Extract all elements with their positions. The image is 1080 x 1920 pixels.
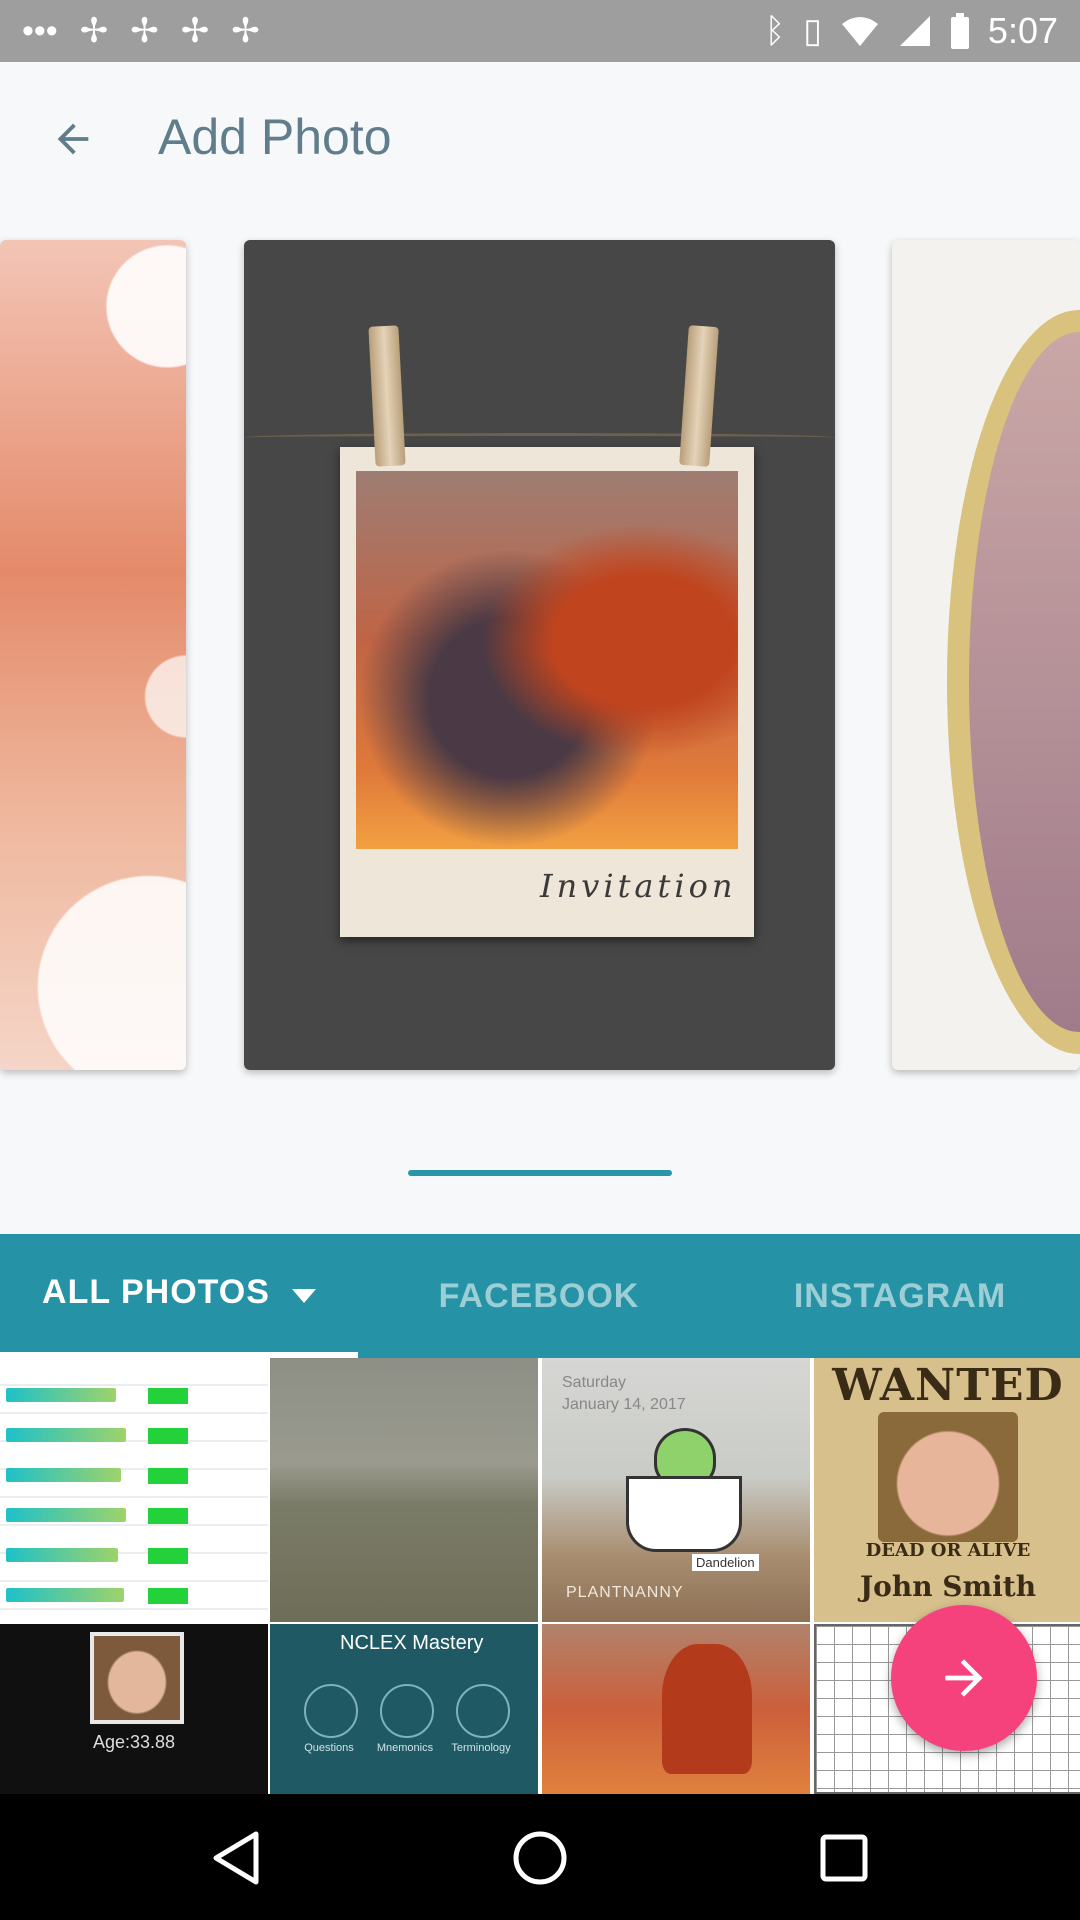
date-line: Saturday xyxy=(562,1374,627,1391)
status-badge xyxy=(148,1428,188,1444)
list-item xyxy=(6,1428,126,1442)
poster-subline: DEAD OR ALIVE xyxy=(865,1540,1031,1561)
status-badge xyxy=(148,1588,188,1604)
template-photo xyxy=(356,471,738,849)
photo-thumbnail[interactable] xyxy=(270,1358,538,1622)
signal-icon xyxy=(899,16,930,46)
status-badge xyxy=(148,1548,188,1564)
mnemonics-icon xyxy=(380,1684,434,1738)
gold-ornate-frame-template[interactable] xyxy=(892,240,1080,1070)
photo-thumbnail[interactable]: NCLEX Mastery Questions Mnemonics Termin… xyxy=(270,1624,538,1794)
next-button[interactable] xyxy=(891,1605,1037,1751)
polaroid-invitation-template[interactable]: Invitation xyxy=(244,240,835,1070)
list-item xyxy=(6,1468,121,1482)
clothespin-icon xyxy=(368,325,406,467)
app-title: NCLEX Mastery xyxy=(340,1632,484,1654)
lace-frame-template[interactable] xyxy=(0,240,186,1070)
wifi-icon xyxy=(841,17,878,46)
brand-text: PLANTNANNY xyxy=(566,1584,684,1601)
arrow-back-icon xyxy=(57,123,89,155)
portrait-image xyxy=(878,1412,1018,1542)
polaroid-frame: Invitation xyxy=(340,447,754,937)
navigation-bar xyxy=(0,1794,1080,1920)
notification-icon: ✢ xyxy=(231,12,260,50)
clothespin-icon xyxy=(679,325,719,467)
tab-label: ALL PHOTOS xyxy=(42,1272,270,1311)
tab-instagram[interactable]: INSTAGRAM xyxy=(720,1234,1080,1358)
photo-thumbnail[interactable] xyxy=(0,1358,268,1622)
tab-facebook[interactable]: FACEBOOK xyxy=(358,1234,720,1358)
photo-thumbnail[interactable]: Age:33.88 xyxy=(0,1624,268,1794)
poster-headline: WANTED xyxy=(832,1360,1064,1411)
plant-label: Dandelion xyxy=(692,1554,759,1571)
bluetooth-icon: ᛒ xyxy=(764,12,786,50)
clothesline xyxy=(244,433,835,442)
status-badge xyxy=(148,1468,188,1484)
questions-icon xyxy=(304,1684,358,1738)
status-left-icons: ••• ✢ ✢ ✢ ✢ xyxy=(22,8,260,54)
terminology-icon xyxy=(456,1684,510,1738)
arrow-forward-icon xyxy=(945,1659,983,1697)
lace-decoration xyxy=(0,240,186,1070)
date-line: January 14, 2017 xyxy=(562,1396,686,1413)
more-icon: ••• xyxy=(22,12,58,50)
notification-icon: ✢ xyxy=(180,12,210,50)
home-circle-icon xyxy=(513,1831,567,1885)
status-badge xyxy=(148,1388,188,1404)
list-item xyxy=(6,1388,116,1402)
status-right-icons: ᛒ ▯ 5:07 xyxy=(765,8,1058,54)
nav-recents-button[interactable] xyxy=(804,1818,884,1898)
photo-thumbnail[interactable]: WANTED DEAD OR ALIVE John Smith xyxy=(814,1358,1080,1622)
nav-back-button[interactable] xyxy=(196,1818,276,1898)
poster-name: John Smith xyxy=(859,1570,1037,1603)
back-triangle-icon xyxy=(213,1831,259,1885)
source-tabs: ALL PHOTOS FACEBOOK INSTAGRAM xyxy=(0,1234,1080,1358)
age-text: Age:33.88 xyxy=(92,1732,176,1752)
hair-shape xyxy=(662,1644,752,1774)
menu-label: Terminology xyxy=(451,1742,511,1754)
photo-thumbnail[interactable] xyxy=(542,1624,810,1794)
page-title: Add Photo xyxy=(158,109,392,165)
ornate-frame xyxy=(947,310,1080,1054)
dropdown-arrow-icon xyxy=(291,1289,316,1303)
app-bar: Add Photo xyxy=(0,62,1080,212)
nav-home-button[interactable] xyxy=(500,1818,580,1898)
notification-icon: ✢ xyxy=(79,12,109,50)
date-text: Saturday January 14, 2017 xyxy=(562,1372,686,1416)
back-button[interactable] xyxy=(30,96,116,182)
tab-all-photos[interactable]: ALL PHOTOS xyxy=(0,1234,358,1358)
notification-icon: ✢ xyxy=(130,12,159,50)
pot-icon xyxy=(626,1476,742,1552)
portrait-image xyxy=(90,1632,184,1724)
status-bar: ••• ✢ ✢ ✢ ✢ ᛒ ▯ 5:07 xyxy=(0,0,1080,62)
list-item xyxy=(6,1588,124,1602)
status-badge xyxy=(148,1508,188,1524)
template-caption: Invitation xyxy=(540,867,737,905)
battery-icon xyxy=(950,13,969,49)
list-item xyxy=(6,1548,118,1562)
carousel-indicator xyxy=(408,1170,672,1176)
recents-square-icon xyxy=(820,1834,868,1882)
photo-thumbnail[interactable]: Saturday January 14, 2017 Dandelion PLAN… xyxy=(542,1358,810,1622)
list-item xyxy=(6,1508,126,1522)
status-time: 5:07 xyxy=(987,10,1058,51)
vibrate-icon: ▯ xyxy=(803,12,822,50)
